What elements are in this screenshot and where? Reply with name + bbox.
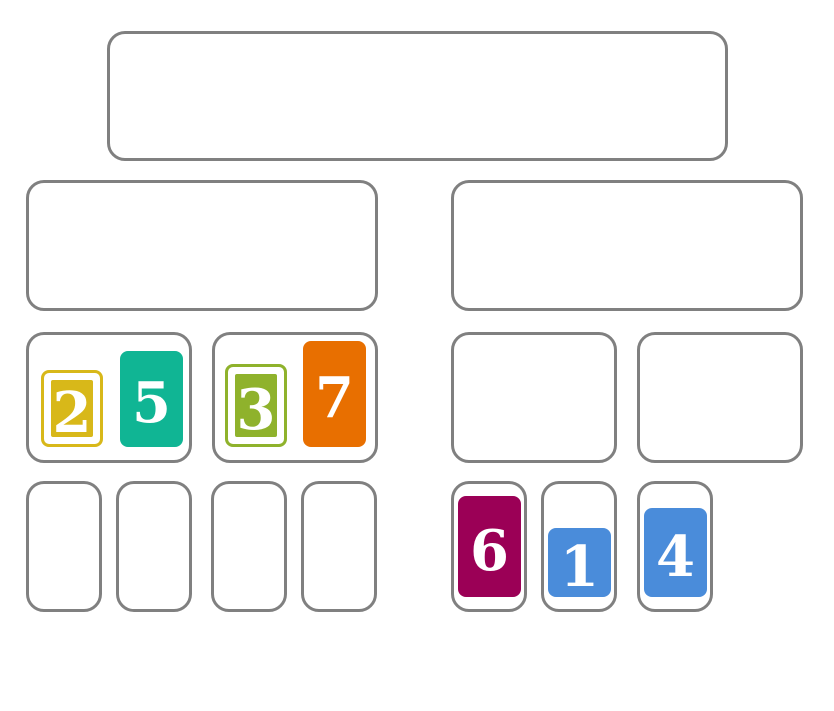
card-6[interactable]: 6	[458, 496, 521, 597]
slot-leaf-1[interactable]	[26, 481, 102, 612]
slot-leaf-3[interactable]	[211, 481, 287, 612]
slot-leaf-2[interactable]	[116, 481, 192, 612]
card-5[interactable]: 5	[120, 351, 183, 447]
card-3-value: 3	[236, 376, 276, 443]
card-2-value: 2	[52, 379, 92, 446]
slot-leaf-4[interactable]	[301, 481, 377, 612]
card-4[interactable]: 4	[644, 508, 707, 597]
card-6-value: 6	[470, 517, 509, 584]
card-1[interactable]: 1	[548, 528, 611, 597]
card-7[interactable]: 7	[303, 341, 366, 447]
slot-level1-right[interactable]	[451, 180, 803, 311]
card-5-value: 5	[132, 370, 171, 436]
card-3[interactable]: 3	[225, 364, 287, 447]
slot-level1-left[interactable]	[26, 180, 378, 311]
card-4-value: 4	[656, 523, 695, 590]
card-2[interactable]: 2	[41, 370, 103, 447]
card-1-value: 1	[560, 533, 599, 600]
slot-level2-3[interactable]	[451, 332, 617, 463]
slot-root[interactable]	[107, 31, 728, 161]
card-7-value: 7	[315, 365, 354, 431]
slot-level2-4[interactable]	[637, 332, 803, 463]
